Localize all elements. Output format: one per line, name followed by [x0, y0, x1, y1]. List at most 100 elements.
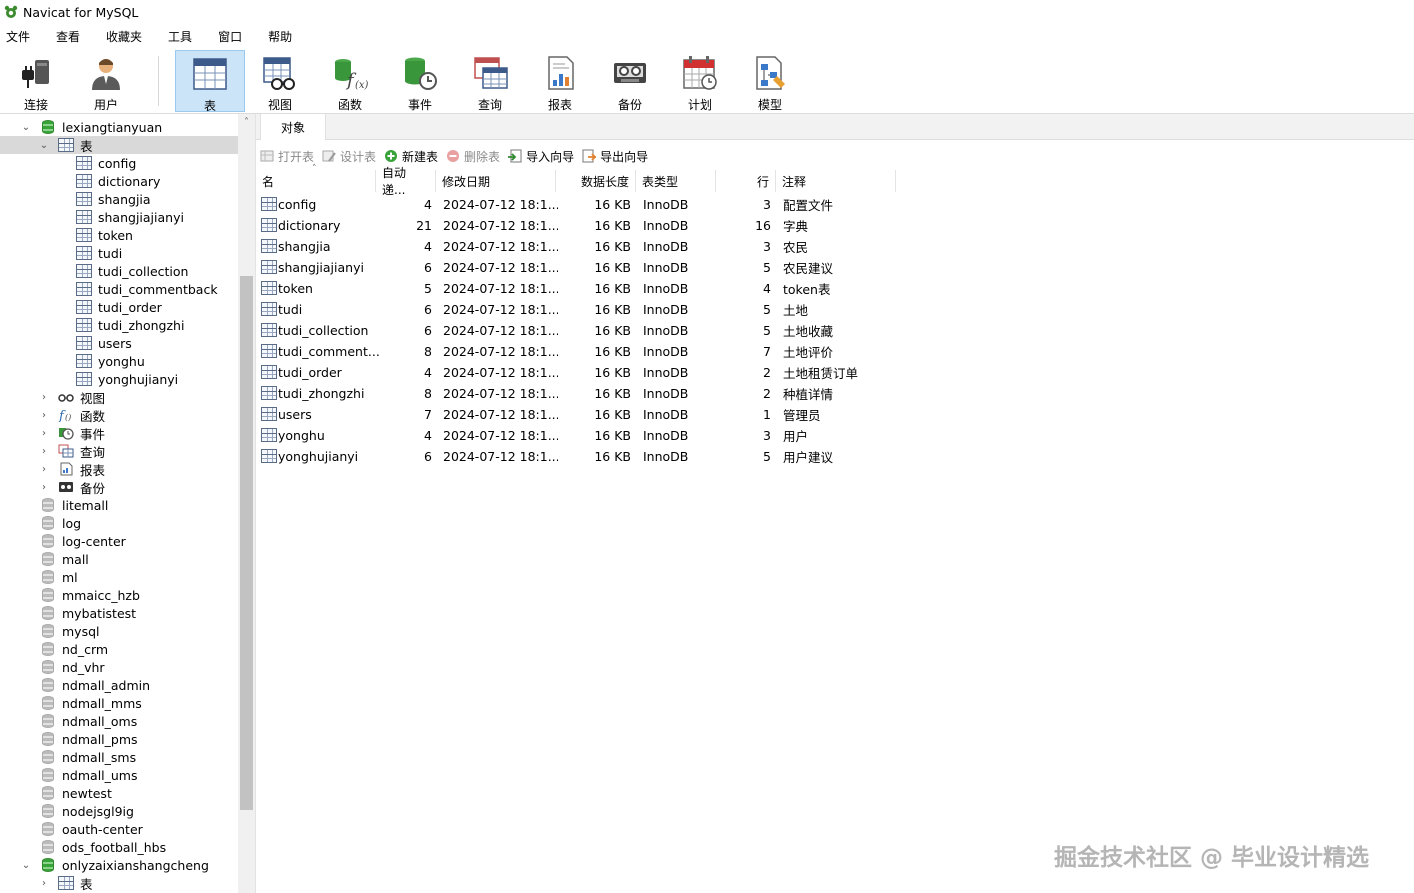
table-row[interactable]: tudi_collection 6 2024-07-12 18:1... 16 KB I… [256, 320, 906, 341]
table-row[interactable]: tudi_comment... 8 2024-07-12 18:1... 16 KB I… [256, 341, 906, 362]
tree-table-item[interactable]: yonghu [0, 352, 238, 370]
open-table-button[interactable]: 打开表 [260, 148, 314, 165]
table-row[interactable]: dictionary 21 2024-07-12 18:1... 16 KB InnoD… [256, 215, 906, 236]
table-row[interactable]: tudi_zhongzhi 8 2024-07-12 18:1... 16 KB Inn… [256, 383, 906, 404]
table-row[interactable]: tudi 6 2024-07-12 18:1... 16 KB InnoDB 5 土地 [256, 299, 906, 320]
menu-tools[interactable]: 工具 [162, 28, 198, 45]
tree-database-item[interactable]: ndmall_admin [0, 676, 238, 694]
table-row[interactable]: token 5 2024-07-12 18:1... 16 KB InnoDB 4 toke… [256, 278, 906, 299]
sidebar-scrollbar[interactable]: ˄ [238, 114, 255, 893]
table-row[interactable]: yonghujianyi 6 2024-07-12 18:1... 16 KB Inno… [256, 446, 906, 467]
column-header-name[interactable]: 名 ˄ [256, 164, 376, 192]
tree-object-node[interactable]: › 报表 [0, 460, 238, 478]
tree-database-item[interactable]: mall [0, 550, 238, 568]
design-table-button[interactable]: 设计表 [322, 148, 376, 165]
tree-database-item[interactable]: mysql [0, 622, 238, 640]
tree-object-node[interactable]: › 视图 [0, 388, 238, 406]
chevron-down-icon[interactable]: ⌄ [38, 139, 50, 151]
tree-database-item[interactable]: ndmall_ums [0, 766, 238, 784]
tree-table-item[interactable]: config [0, 154, 238, 172]
chevron-right-icon[interactable]: › [38, 877, 50, 889]
tree-tables-node-collapsed[interactable]: › 表 [0, 874, 238, 892]
toolbar-report-button[interactable]: 报表 [525, 50, 595, 112]
menu-view[interactable]: 查看 [50, 28, 86, 45]
toolbar-user-button[interactable]: 用户 [71, 50, 141, 112]
tree-table-item[interactable]: tudi [0, 244, 238, 262]
toolbar-view-button[interactable]: 视图 [245, 50, 315, 112]
chevron-right-icon[interactable]: › [38, 427, 50, 439]
tree-database-item[interactable]: ndmall_sms [0, 748, 238, 766]
tree-database-item[interactable]: newtest [0, 784, 238, 802]
table-row[interactable]: users 7 2024-07-12 18:1... 16 KB InnoDB 1 管理员 [256, 404, 906, 425]
scrollbar-thumb[interactable] [240, 276, 253, 810]
tree-object-node[interactable]: › f() 函数 [0, 406, 238, 425]
import-wizard-button[interactable]: 导入向导 [508, 148, 574, 165]
column-header-data-length[interactable]: 数据长度 [556, 170, 636, 192]
menu-window[interactable]: 窗口 [212, 28, 248, 45]
export-wizard-button[interactable]: 导出向导 [582, 148, 648, 165]
table-row[interactable]: config 4 2024-07-12 18:1... 16 KB InnoDB 3 配置文… [256, 194, 906, 215]
tree-object-node[interactable]: › 查询 [0, 442, 238, 460]
chevron-right-icon[interactable]: › [38, 391, 50, 403]
table-row[interactable]: tudi_order 4 2024-07-12 18:1... 16 KB InnoDB… [256, 362, 906, 383]
tree-database-item[interactable]: oauth-center [0, 820, 238, 838]
column-header-rows[interactable]: 行 [716, 170, 776, 192]
menu-file[interactable]: 文件 [0, 28, 36, 45]
tree-database-item[interactable]: ndmall_pms [0, 730, 238, 748]
scroll-up-arrow-icon[interactable]: ˄ [238, 114, 255, 131]
chevron-right-icon[interactable]: › [38, 463, 50, 475]
tree-table-item[interactable]: tudi_collection [0, 262, 238, 280]
column-header-comment[interactable]: 注释 [776, 170, 896, 192]
tree-database-item[interactable]: nodejsgl9ig [0, 802, 238, 820]
tree-database-item[interactable]: ml [0, 568, 238, 586]
toolbar-model-button[interactable]: 模型 [735, 50, 805, 112]
tree-database-item[interactable]: litemall [0, 496, 238, 514]
tree-database-item[interactable]: mybatistest [0, 604, 238, 622]
tree-table-item[interactable]: tudi_zhongzhi [0, 316, 238, 334]
tree-object-node[interactable]: › 事件 [0, 424, 238, 442]
tree-table-item[interactable]: shangjia [0, 190, 238, 208]
table-row[interactable]: shangjia 4 2024-07-12 18:1... 16 KB InnoDB 3 农… [256, 236, 906, 257]
tree-database-item[interactable]: ods_football_hbs [0, 838, 238, 856]
chevron-right-icon[interactable]: › [38, 481, 50, 493]
menu-help[interactable]: 帮助 [262, 28, 298, 45]
chevron-down-icon[interactable]: ⌄ [20, 859, 32, 871]
chevron-right-icon[interactable]: › [38, 409, 50, 421]
delete-table-button[interactable]: 删除表 [446, 148, 500, 165]
tree-table-item[interactable]: users [0, 334, 238, 352]
toolbar-schedule-button[interactable]: 计划 [665, 50, 735, 112]
toolbar-event-button[interactable]: 事件 [385, 50, 455, 112]
tree-database-item[interactable]: log-center [0, 532, 238, 550]
tree-table-item[interactable]: yonghujianyi [0, 370, 238, 388]
new-table-button[interactable]: 新建表 [384, 148, 438, 165]
tree-table-item[interactable]: shangjiajianyi [0, 208, 238, 226]
tree-db-onlyzaixianshangcheng[interactable]: ⌄ onlyzaixianshangcheng [0, 856, 238, 874]
toolbar-query-button[interactable]: 查询 [455, 50, 525, 112]
tree-table-item[interactable]: token [0, 226, 238, 244]
toolbar-table-button[interactable]: 表 [175, 50, 245, 113]
toolbar-connect-button[interactable]: 连接 [1, 50, 71, 112]
column-header-table-type[interactable]: 表类型 [636, 170, 716, 192]
tree-tables-node[interactable]: ⌄ 表 [0, 136, 238, 154]
column-header-auto-increment[interactable]: 自动递... [376, 166, 436, 197]
tab-objects[interactable]: 对象 [260, 114, 326, 140]
tree-database-item[interactable]: nd_vhr [0, 658, 238, 676]
tree-table-item[interactable]: tudi_commentback [0, 280, 238, 298]
tree-database-item[interactable]: log [0, 514, 238, 532]
tree-database-item[interactable]: nd_crm [0, 640, 238, 658]
table-row[interactable]: yonghu 4 2024-07-12 18:1... 16 KB InnoDB 3 用户 [256, 425, 906, 446]
table-row[interactable]: shangjiajianyi 6 2024-07-12 18:1... 16 KB In… [256, 257, 906, 278]
toolbar-backup-button[interactable]: 备份 [595, 50, 665, 112]
menu-favorites[interactable]: 收藏夹 [100, 28, 148, 45]
tree-table-item[interactable]: tudi_order [0, 298, 238, 316]
tree-database-item[interactable]: ndmall_oms [0, 712, 238, 730]
tree-database-item[interactable]: mmaicc_hzb [0, 586, 238, 604]
chevron-right-icon[interactable]: › [38, 445, 50, 457]
tree-database-item[interactable]: ndmall_mms [0, 694, 238, 712]
chevron-down-icon[interactable]: ⌄ [20, 121, 32, 133]
tree-object-node[interactable]: › 备份 [0, 478, 238, 496]
toolbar-function-button[interactable]: f (x) 函数 [315, 50, 385, 112]
column-header-modified[interactable]: 修改日期 [436, 170, 556, 192]
tree-table-item[interactable]: dictionary [0, 172, 238, 190]
tree-db-lexiangtianyuan[interactable]: ⌄ lexiangtianyuan [0, 118, 238, 136]
